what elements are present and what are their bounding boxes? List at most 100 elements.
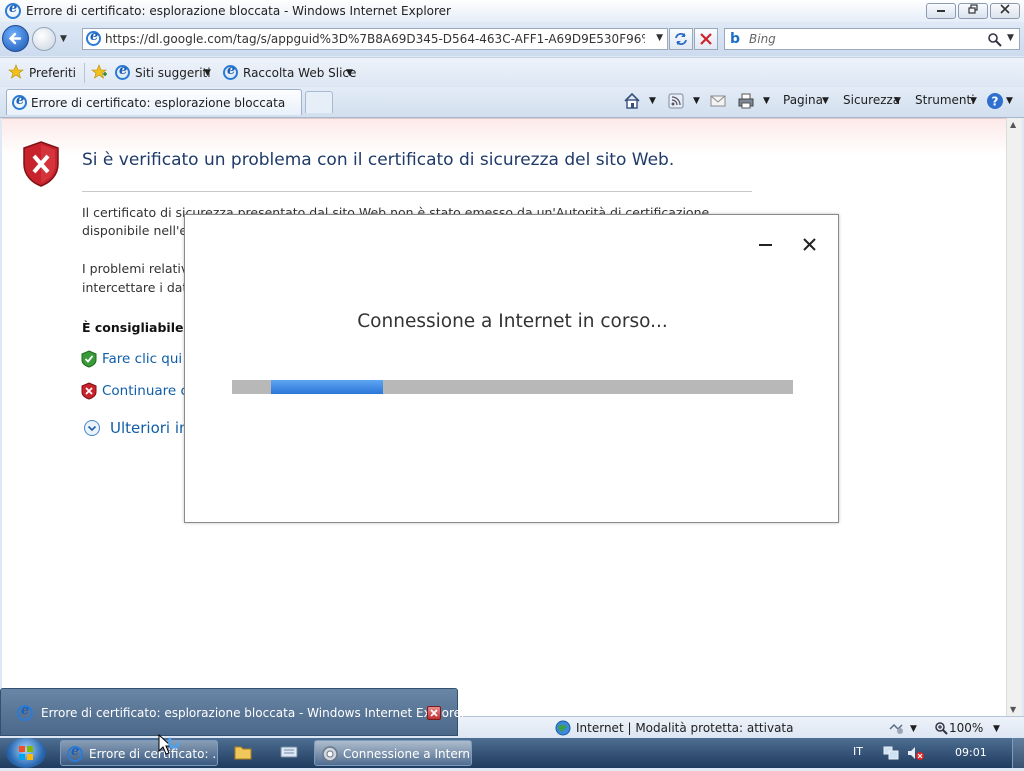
close-icon — [1000, 4, 1010, 14]
web-slice-dropdown-icon[interactable]: ▼ — [346, 68, 353, 78]
connecting-dialog: Connessione a Internet in corso... — [184, 214, 839, 523]
feeds-icon[interactable] — [668, 93, 684, 109]
print-dropdown-icon[interactable]: ▼ — [763, 96, 770, 106]
red-shield-icon — [81, 382, 97, 400]
tools-menu-dropdown-icon: ▼ — [970, 96, 977, 106]
tab-certificate-error[interactable]: Errore di certificato: esplorazione bloc… — [6, 89, 302, 115]
stop-icon — [700, 33, 712, 45]
privacy-icon[interactable] — [888, 721, 906, 735]
help-dropdown-icon[interactable]: ▼ — [1006, 96, 1013, 106]
continue-to-website-link[interactable]: Continuare co — [102, 383, 196, 399]
address-bar[interactable]: https://dl.google.com/tag/s/appguid%3D%7… — [82, 28, 668, 50]
home-icon[interactable] — [623, 92, 641, 110]
search-dropdown-icon[interactable]: ▼ — [1007, 33, 1014, 43]
favorites-button[interactable]: Preferiti — [29, 66, 76, 80]
history-dropdown-icon[interactable]: ▼ — [60, 34, 67, 44]
new-tab-button[interactable] — [305, 91, 333, 113]
progress-bar-fill — [271, 380, 384, 394]
minimize-icon — [937, 10, 945, 12]
tab-bar: Errore di certificato: esplorazione bloc… — [0, 87, 1024, 118]
close-window-button[interactable] — [990, 3, 1020, 19]
zoom-level[interactable]: 100% — [949, 721, 983, 735]
page-menu[interactable]: Pagina — [783, 93, 823, 107]
title-bar: Errore di certificato: esplorazione bloc… — [0, 0, 1024, 22]
internet-globe-icon — [555, 720, 571, 736]
connecting-message: Connessione a Internet in corso... — [357, 311, 668, 332]
svg-text:?: ? — [992, 95, 999, 109]
close-dialog-icon[interactable] — [802, 237, 817, 252]
restore-icon — [968, 4, 978, 14]
refresh-icon — [675, 33, 687, 45]
address-input[interactable]: https://dl.google.com/tag/s/appguid%3D%7… — [105, 32, 645, 46]
tools-menu[interactable]: Strumenti — [915, 93, 975, 107]
page-menu-dropdown-icon: ▼ — [822, 96, 829, 106]
zoom-icon — [935, 722, 948, 735]
scroll-up-icon[interactable]: ▲ — [1010, 120, 1016, 129]
back-button[interactable] — [2, 25, 29, 52]
preview-close-button[interactable] — [427, 706, 441, 720]
close-webpage-link[interactable]: Fare clic qui p — [102, 351, 195, 367]
refresh-button[interactable] — [669, 28, 693, 50]
restore-button[interactable] — [958, 3, 988, 19]
minimize-button[interactable] — [926, 3, 956, 19]
busy-cursor-icon — [158, 733, 181, 755]
search-icon[interactable] — [987, 32, 1003, 48]
print-icon[interactable] — [737, 92, 755, 110]
scroll-down-icon[interactable]: ▼ — [1010, 705, 1016, 714]
read-mail-icon[interactable] — [710, 94, 726, 108]
forward-button[interactable] — [32, 27, 56, 51]
web-slice-icon — [223, 63, 238, 80]
add-favorites-icon[interactable] — [91, 64, 107, 80]
search-box[interactable]: b Bing ▼ — [724, 28, 1020, 50]
security-zone-status[interactable]: Internet | Modalità protetta: attivata — [576, 721, 793, 735]
preview-ie-icon — [17, 703, 33, 721]
stop-button[interactable] — [694, 28, 718, 50]
web-slice-gallery-button[interactable]: Raccolta Web Slice — [243, 66, 356, 80]
problem-explanation-line-1: I problemi relativ — [82, 261, 189, 276]
connection-gear-icon — [322, 746, 338, 762]
safety-menu-dropdown-icon: ▼ — [894, 96, 901, 106]
taskbar-preview[interactable]: Errore di certificato: esplorazione bloc… — [0, 688, 466, 736]
help-icon[interactable]: ? — [986, 92, 1004, 110]
suggested-sites-icon — [115, 63, 130, 80]
tab-label: Errore di certificato: esplorazione bloc… — [31, 96, 286, 110]
volume-muted-icon[interactable] — [906, 745, 924, 761]
more-information-link[interactable]: Ulteriori in — [110, 419, 189, 437]
taskbar-button-label: Connessione a Intern... — [343, 747, 469, 761]
minimize-dialog-icon[interactable] — [759, 243, 773, 247]
language-indicator[interactable]: IT — [853, 745, 863, 758]
zoom-dropdown-icon[interactable]: ▼ — [993, 724, 1000, 734]
expand-chevron-icon[interactable] — [83, 419, 101, 437]
search-input[interactable]: Bing — [749, 32, 776, 46]
progress-bar — [232, 380, 793, 394]
safety-menu[interactable]: Sicurezza — [843, 93, 900, 107]
taskbar-button-ie[interactable]: Errore di certificato: ... — [60, 740, 218, 766]
close-icon — [430, 709, 438, 717]
page-icon — [86, 29, 101, 46]
tab-page-icon — [12, 93, 27, 110]
explorer-folder-icon[interactable] — [234, 744, 252, 760]
keyboard-icon[interactable] — [280, 746, 298, 758]
vertical-scrollbar[interactable]: ▲ ▼ — [1006, 118, 1022, 716]
suggested-sites-dropdown-icon[interactable]: ▼ — [204, 68, 211, 78]
start-button[interactable] — [6, 738, 46, 768]
taskbar: Errore di certificato: ... Connessione a… — [0, 738, 1024, 768]
network-icon[interactable] — [882, 745, 900, 761]
privacy-dropdown-icon[interactable]: ▼ — [910, 724, 917, 734]
suggested-sites-button[interactable]: Siti suggeriti — [135, 66, 211, 80]
recommendation-text: È consigliabile c — [82, 320, 196, 335]
ie-taskbar-icon — [67, 744, 83, 762]
heading-divider — [82, 191, 752, 192]
home-dropdown-icon[interactable]: ▼ — [649, 96, 656, 106]
address-dropdown-icon[interactable]: ▼ — [656, 33, 663, 43]
clock[interactable]: 09:01 — [955, 746, 987, 759]
error-shield-icon — [23, 141, 59, 187]
show-desktop-button[interactable] — [1012, 738, 1024, 768]
bing-logo-icon: b — [730, 31, 741, 47]
certificate-explanation-line-2: disponibile nell'el — [82, 223, 191, 238]
favorites-bar: Preferiti Siti suggeriti ▼ Raccolta Web … — [0, 57, 1024, 88]
green-shield-icon — [81, 350, 97, 368]
preview-title: Errore di certificato: esplorazione bloc… — [41, 706, 466, 720]
feeds-dropdown-icon[interactable]: ▼ — [693, 96, 700, 106]
taskbar-button-connecting[interactable]: Connessione a Intern... — [314, 740, 472, 766]
